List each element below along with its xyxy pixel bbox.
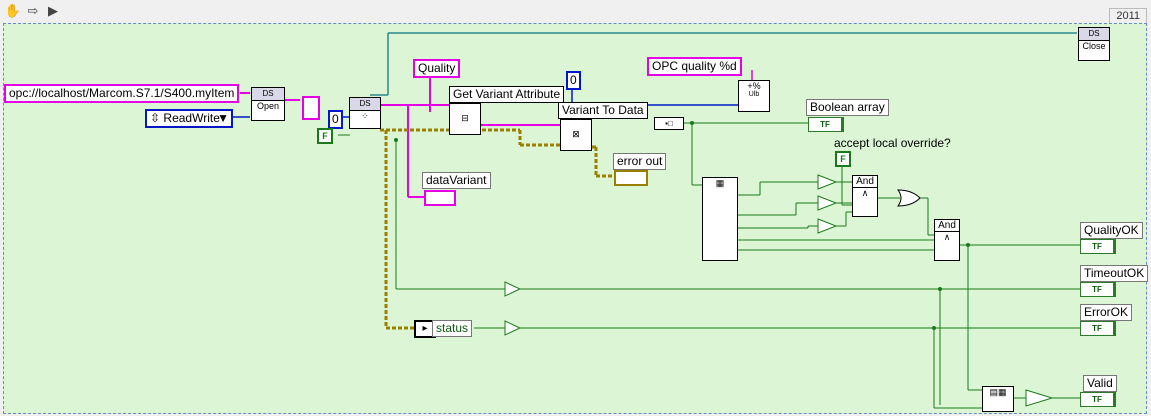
quality-ok-terminal[interactable]: TF [1080, 239, 1116, 254]
data-variant-label: dataVariant [422, 172, 491, 189]
build-array-icon: ▤▦ [989, 387, 1007, 397]
and-symbol: ∧ [943, 232, 951, 242]
build-array-node[interactable]: ▤▦ [982, 386, 1014, 412]
convert-icon: ⊠ [572, 129, 580, 139]
false-constant-b[interactable]: F [835, 151, 851, 167]
ds-read-header: DS [350, 98, 380, 111]
wire-layer [228, 32, 1080, 409]
opc-url-constant[interactable]: opc://localhost/Marcom.S7.1/S400.myItem [4, 84, 240, 103]
zero-constant-a[interactable]: 0 [328, 110, 343, 129]
error-out-terminal[interactable] [614, 170, 648, 186]
variant-to-data-label: Variant To Data [558, 102, 648, 119]
and-gate-a-label: And [853, 176, 877, 188]
variant-to-data-node[interactable]: ⊠ [560, 119, 592, 151]
ds-close-label: Close [1082, 41, 1106, 51]
accept-override-label: accept local override? [834, 136, 951, 150]
format-suffix: Ulb [748, 91, 760, 98]
chevron-down-icon: ▼ [217, 111, 229, 125]
quality-ok-label: QualityOK [1080, 222, 1143, 239]
format-string-constant[interactable]: OPC quality %d [647, 57, 742, 76]
access-mode-ring[interactable]: ⇳ ReadWrite ▼ [145, 109, 233, 128]
and-gate-a[interactable]: And ∧ [852, 175, 878, 217]
ring-arrows-icon: ⇳ [150, 111, 161, 125]
array-grid-icon: ▦ [715, 178, 725, 188]
timeout-ok-label: TimeoutOK [1080, 265, 1149, 282]
false-constant-a[interactable]: F [317, 128, 333, 144]
zero-constant-b[interactable]: 0 [566, 71, 581, 90]
error-ok-terminal[interactable]: TF [1080, 321, 1116, 336]
get-variant-attr-node[interactable]: ⊟ [449, 103, 481, 135]
index-array-node[interactable]: ▦ [702, 177, 738, 261]
error-out-label: error out [613, 153, 667, 170]
valid-label: Valid [1083, 375, 1117, 392]
format-icon: +% [747, 81, 761, 91]
format-string-node[interactable]: +% Ulb [738, 80, 770, 112]
quality-attr-constant[interactable]: Quality [413, 59, 461, 78]
ds-read-node[interactable]: DS ⁘ [349, 97, 381, 129]
boolean-array-label: Boolean array [806, 99, 889, 116]
refnum-constant[interactable] [302, 96, 320, 120]
boolean-array-terminal[interactable]: TF [808, 117, 844, 132]
and-gate-b[interactable]: And ∧ [934, 219, 960, 261]
ds-close-node[interactable]: DS Close [1078, 27, 1110, 61]
glasses-icon: ⁘ [361, 111, 369, 121]
ds-open-node[interactable]: DS Open [251, 87, 285, 121]
variant-attr-icon: ⊟ [461, 113, 469, 123]
ds-open-label: Open [256, 101, 280, 111]
status-label: status [432, 320, 473, 337]
ds-open-header: DS [252, 88, 284, 101]
timeout-ok-terminal[interactable]: TF [1080, 282, 1116, 297]
ds-close-header: DS [1079, 28, 1109, 41]
and-symbol: ∧ [861, 188, 869, 198]
error-ok-label: ErrorOK [1080, 304, 1133, 321]
access-mode-value: ReadWrite [163, 111, 220, 125]
valid-terminal[interactable]: TF [1080, 392, 1116, 407]
and-gate-b-label: And [935, 220, 959, 232]
array-convert-node[interactable]: ▪□ [654, 117, 684, 130]
get-variant-attr-label: Get Variant Attribute [449, 86, 565, 103]
data-variant-terminal[interactable] [424, 190, 456, 206]
